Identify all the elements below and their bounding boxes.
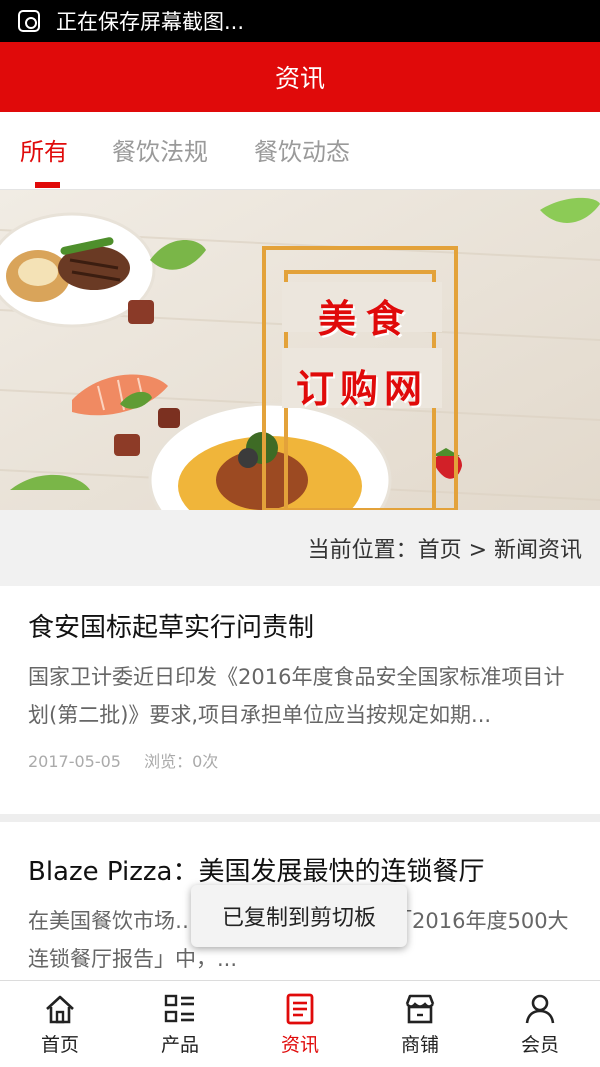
copied-toast: 已复制到剪切板	[191, 885, 407, 947]
article-views: 浏览：0次	[144, 752, 219, 771]
tab-food-news[interactable]: 餐饮动态	[254, 132, 350, 167]
news-icon	[286, 993, 314, 1025]
article-date: 2017-05-05	[28, 752, 121, 771]
breadcrumb-text: 当前位置：首页 > 新闻资讯	[307, 538, 582, 563]
nav-item-home[interactable]: 首页	[0, 981, 120, 1067]
category-tabs: 所有 餐饮法规 餐饮动态	[0, 112, 600, 190]
banner-illustration	[0, 190, 600, 510]
active-tab-indicator	[35, 182, 60, 188]
product-list-icon	[164, 994, 194, 1023]
banner-text-line2: 订购网	[296, 366, 429, 411]
tab-all[interactable]: 所有	[20, 132, 68, 167]
screenshot-icon	[18, 10, 40, 32]
shop-icon	[405, 994, 435, 1024]
home-icon	[46, 995, 74, 1024]
toast-text: 已复制到剪切板	[221, 906, 376, 931]
article-title[interactable]: 食安国标起草实行问责制	[28, 586, 572, 648]
article-title[interactable]: Blaze Pizza：美国发展最快的连锁餐厅	[28, 830, 572, 892]
nav-item-shop[interactable]: 商铺	[360, 981, 480, 1067]
page-title: 资讯	[274, 64, 325, 93]
nav-label: 商铺	[400, 1034, 439, 1056]
nav-label: 首页	[40, 1034, 79, 1056]
breadcrumb: 当前位置：首页 > 新闻资讯	[0, 510, 600, 586]
page-header: 资讯	[0, 42, 600, 112]
member-icon	[525, 994, 555, 1024]
nav-item-products[interactable]: 产品	[120, 981, 240, 1067]
status-text: 正在保存屏幕截图...	[56, 10, 245, 34]
nav-item-member[interactable]: 会员	[480, 981, 600, 1067]
status-bar: 正在保存屏幕截图...	[0, 0, 600, 42]
nav-label: 产品	[160, 1034, 199, 1056]
bottom-navigation: 首页 产品 资讯 商铺 会员	[0, 980, 600, 1067]
nav-item-news[interactable]: 资讯	[240, 981, 360, 1067]
nav-label: 会员	[520, 1034, 559, 1056]
article-meta: 2017-05-05 浏览：0次	[28, 748, 572, 772]
article-summary: 国家卫计委近日印发《2016年度食品安全国家标准项目计划(第二批)》要求,项目承…	[28, 665, 565, 727]
banner-image[interactable]: 美食 订购网	[0, 190, 600, 510]
nav-label: 资讯	[280, 1034, 319, 1056]
news-list-item[interactable]: 食安国标起草实行问责制 国家卫计委近日印发《2016年度食品安全国家标准项目计划…	[0, 586, 600, 822]
banner-text-line1: 美食	[318, 296, 415, 341]
tab-food-regulations[interactable]: 餐饮法规	[112, 132, 208, 167]
